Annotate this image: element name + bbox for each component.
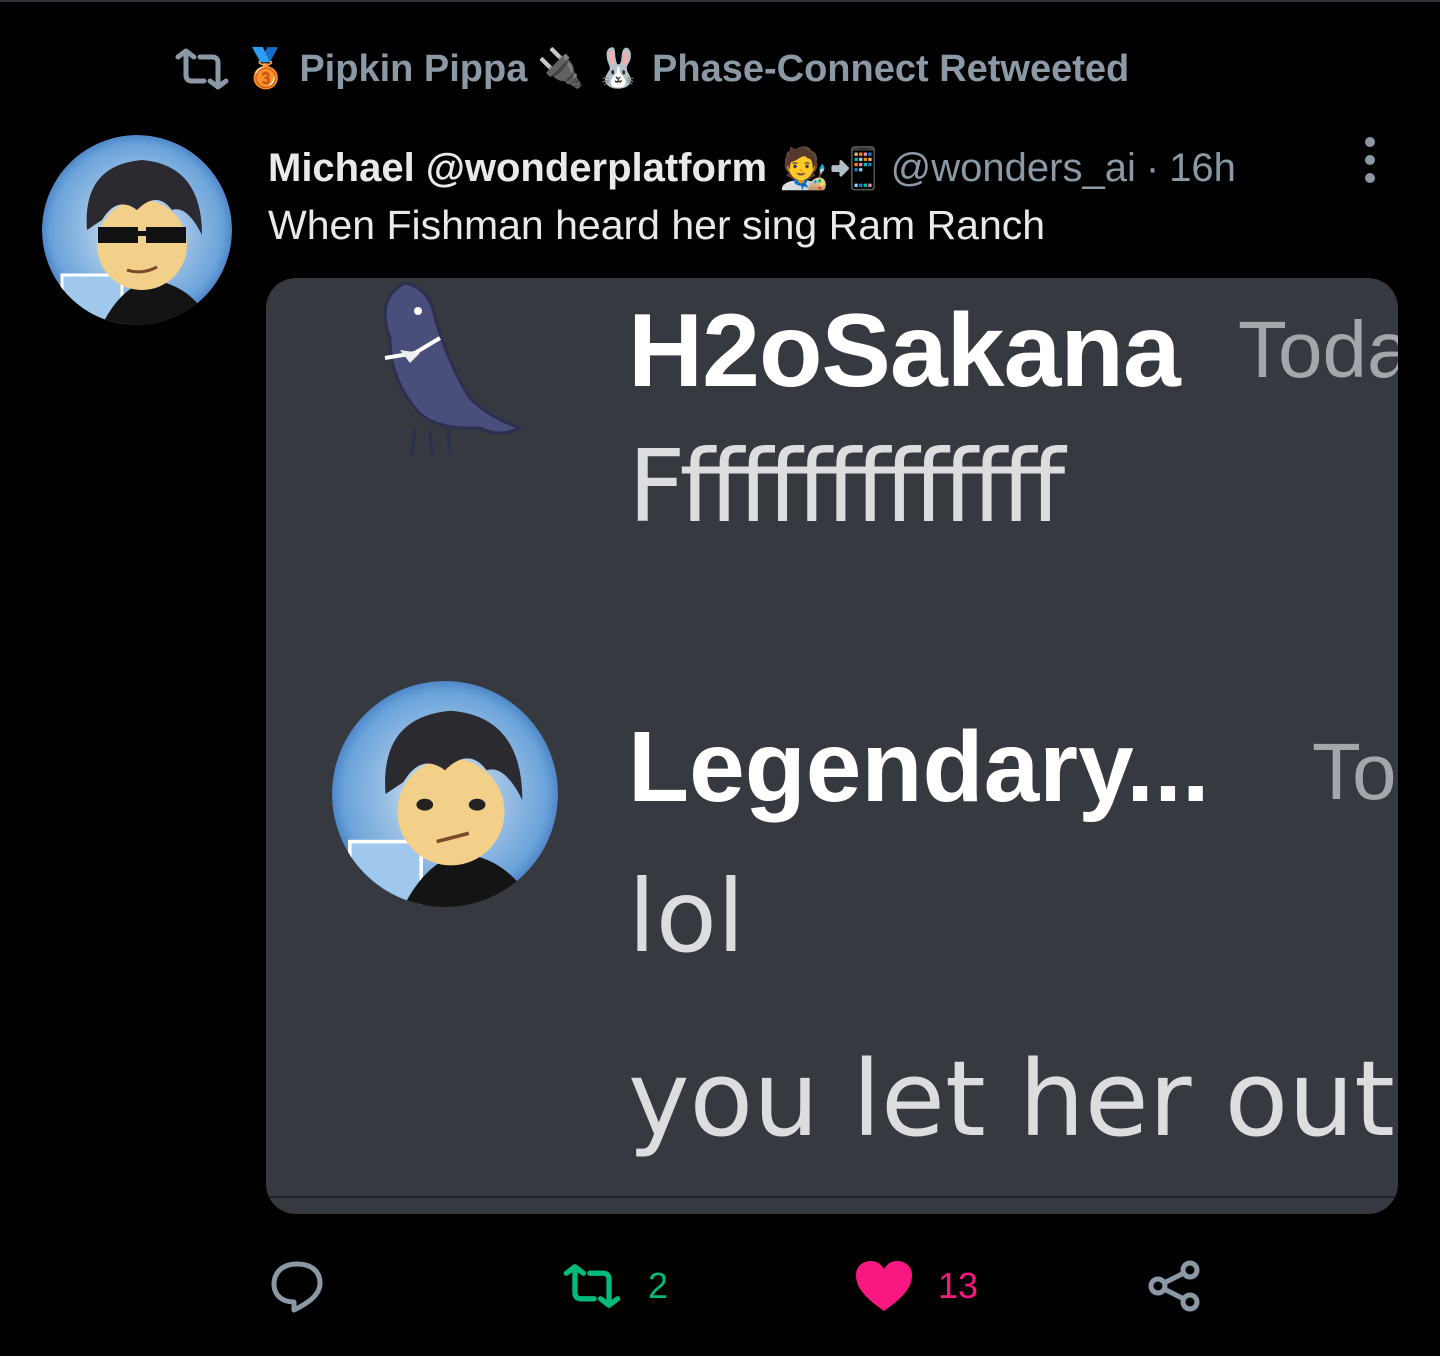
- heart-icon: [856, 1261, 912, 1311]
- separator-dot: ·: [1145, 145, 1160, 190]
- author-avatar[interactable]: [42, 135, 232, 325]
- author-handle[interactable]: @wonders_ai: [891, 146, 1136, 191]
- media-divider: [266, 1196, 1398, 1198]
- retweet-icon: [175, 48, 229, 90]
- reply-icon: [271, 1261, 323, 1313]
- author-name[interactable]: Michael @wonderplatform: [268, 146, 767, 191]
- retweeted-label: Phase-Connect Retweeted: [652, 47, 1130, 90]
- retweet-button[interactable]: 2: [560, 1258, 668, 1314]
- plug-emoji: 🔌: [537, 48, 585, 90]
- social-context[interactable]: 🥉 Pipkin Pippa 🔌 🐰 Phase-Connect Retweet…: [172, 44, 1129, 94]
- retweet-icon: [563, 1264, 621, 1308]
- author-emojis: 🧑‍🎨📲: [779, 146, 879, 191]
- discord-message-3: you let her out: [628, 1038, 1395, 1160]
- tweet-text: When Fishman heard her sing Ram Ranch: [268, 202, 1046, 248]
- reply-button[interactable]: [270, 1258, 348, 1314]
- discord-time-1: Toda: [1238, 305, 1398, 394]
- retweeter-name[interactable]: Pipkin Pippa: [299, 48, 527, 91]
- discord-avatar-2: [332, 681, 558, 907]
- more-icon[interactable]: [1355, 136, 1385, 184]
- tweet-header: Michael @wonderplatform 🧑‍🎨📲 @wonders_ai…: [268, 140, 1236, 196]
- fish-avatar-image: [383, 281, 524, 457]
- share-icon: [1148, 1260, 1200, 1312]
- discord-message-2: lol: [628, 858, 745, 975]
- discord-author-2: Legendary...: [628, 711, 1210, 823]
- tweet-media[interactable]: H2oSakana Toda Ffffffffffffff Legendary.…: [266, 278, 1398, 1214]
- discord-message-1: Ffffffffffffff: [628, 428, 1065, 545]
- discord-time-2: To: [1312, 727, 1397, 816]
- rabbit-emoji: 🐰: [594, 48, 643, 90]
- tweet-time[interactable]: 16h: [1169, 146, 1236, 191]
- top-divider: [0, 0, 1440, 2]
- share-button[interactable]: [1146, 1258, 1204, 1314]
- medal-emoji: 🥉: [242, 48, 290, 90]
- retweet-count: 2: [648, 1265, 669, 1306]
- discord-author-1: H2oSakana: [628, 293, 1181, 409]
- like-button[interactable]: 13: [854, 1258, 978, 1314]
- like-count: 13: [938, 1265, 979, 1306]
